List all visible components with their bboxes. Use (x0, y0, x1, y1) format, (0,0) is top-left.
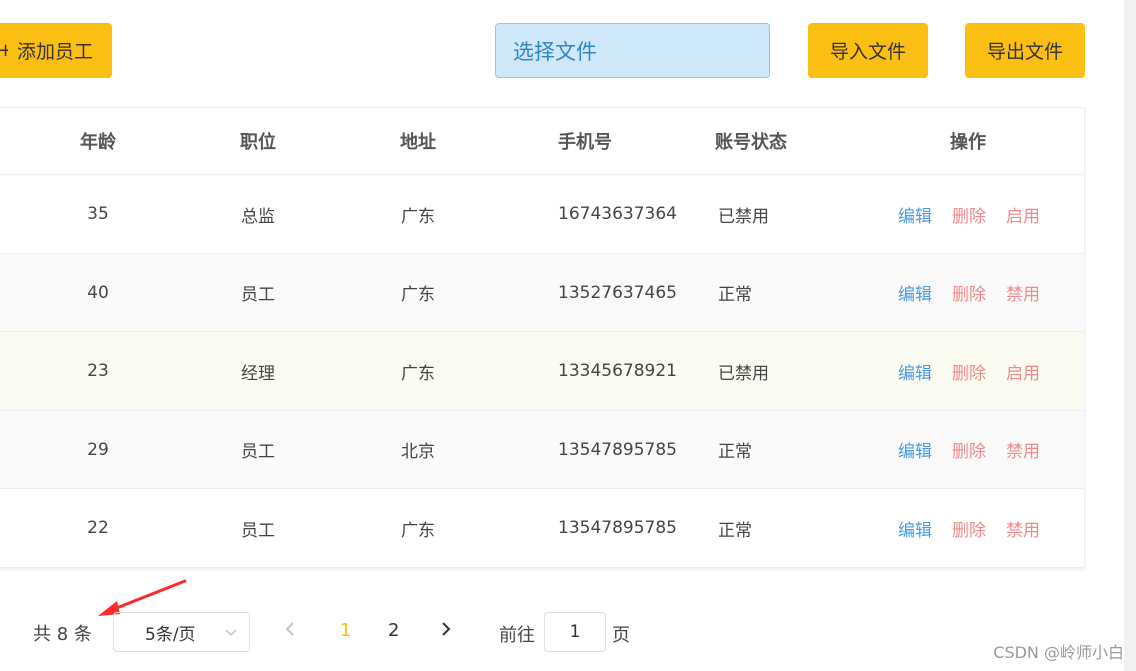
cell-age: 40 (87, 282, 109, 303)
cell-operations: 编辑 删除 禁用 (898, 489, 1078, 567)
cell-address: 广东 (401, 206, 435, 227)
header-age: 年龄 (80, 132, 116, 153)
toggle-status-link[interactable]: 禁用 (1006, 516, 1040, 541)
header-address: 地址 (400, 132, 436, 153)
plus-icon: + (0, 40, 8, 61)
cell-status: 正常 (718, 285, 752, 305)
cell-position: 经理 (241, 363, 275, 384)
cell-age: 35 (87, 204, 109, 224)
import-file-button[interactable]: 导入文件 (808, 23, 928, 78)
toggle-status-link[interactable]: 禁用 (1006, 280, 1040, 305)
table-header: 年龄 职位 地址 手机号 账号状态 操作 (0, 108, 1084, 175)
cell-address: 广东 (401, 520, 435, 541)
table-row: 40 员工 广东 13527637465 正常 编辑 删除 禁用 (0, 254, 1084, 332)
cell-operations: 编辑 删除 启用 (898, 175, 1078, 253)
edit-link[interactable]: 编辑 (898, 280, 932, 305)
toggle-status-link[interactable]: 禁用 (1006, 437, 1040, 462)
toggle-status-link[interactable]: 启用 (1006, 202, 1040, 227)
cell-position: 员工 (241, 520, 275, 541)
export-file-button[interactable]: 导出文件 (965, 23, 1085, 78)
edit-link[interactable]: 编辑 (898, 516, 932, 541)
cell-operations: 编辑 删除 禁用 (898, 411, 1078, 488)
cell-age: 22 (87, 518, 109, 538)
cell-phone: 13547895785 (558, 439, 677, 460)
cell-age: 29 (87, 439, 109, 460)
cell-operations: 编辑 删除 启用 (898, 332, 1078, 410)
cell-operations: 编辑 删除 禁用 (898, 254, 1078, 331)
goto-label: 前往 (499, 625, 535, 646)
header-status: 账号状态 (715, 132, 787, 153)
cell-status: 已禁用 (718, 363, 769, 384)
table-row: 29 员工 北京 13547895785 正常 编辑 删除 禁用 (0, 411, 1084, 489)
table-row: 23 经理 广东 13345678921 已禁用 编辑 删除 启用 (0, 332, 1084, 411)
cell-age: 23 (87, 361, 109, 381)
page-size-value: 5条/页 (145, 624, 196, 645)
scrollbar[interactable] (1124, 0, 1136, 671)
header-position: 职位 (240, 132, 276, 153)
goto-page-input[interactable] (544, 612, 606, 652)
watermark: CSDN @岭师小白 (993, 643, 1124, 662)
header-operations: 操作 (950, 132, 986, 153)
next-page-icon[interactable] (440, 620, 452, 643)
delete-link[interactable]: 删除 (952, 202, 986, 227)
chevron-down-icon (225, 629, 237, 637)
pagination: 共 8 条 5条/页 1 2 前往 页 (0, 612, 1136, 654)
cell-position: 总监 (241, 206, 275, 227)
cell-status: 正常 (718, 520, 752, 541)
cell-address: 广东 (401, 363, 435, 384)
edit-link[interactable]: 编辑 (898, 202, 932, 227)
prev-page-icon[interactable] (284, 620, 296, 643)
total-count: 共 8 条 (33, 624, 92, 645)
cell-status: 已禁用 (718, 206, 769, 227)
cell-address: 北京 (401, 442, 435, 462)
delete-link[interactable]: 删除 (952, 437, 986, 462)
edit-link[interactable]: 编辑 (898, 359, 932, 384)
add-employee-button[interactable]: + 添加员工 (0, 23, 112, 78)
page-size-select[interactable]: 5条/页 (113, 612, 250, 652)
table-row: 22 员工 广东 13547895785 正常 编辑 删除 禁用 (0, 489, 1084, 567)
export-file-label: 导出文件 (986, 41, 1063, 63)
page-2[interactable]: 2 (388, 620, 399, 641)
goto-suffix: 页 (612, 625, 630, 646)
header-phone: 手机号 (558, 132, 612, 153)
delete-link[interactable]: 删除 (952, 280, 986, 305)
cell-position: 员工 (241, 285, 275, 305)
delete-link[interactable]: 删除 (952, 359, 986, 384)
cell-address: 广东 (401, 285, 435, 305)
table-row: 35 总监 广东 16743637364 已禁用 编辑 删除 启用 (0, 175, 1084, 254)
delete-link[interactable]: 删除 (952, 516, 986, 541)
page-1[interactable]: 1 (340, 620, 351, 641)
edit-link[interactable]: 编辑 (898, 437, 932, 462)
import-file-label: 导入文件 (829, 41, 906, 63)
add-employee-label: 添加员工 (17, 41, 94, 63)
toggle-status-link[interactable]: 启用 (1006, 359, 1040, 384)
cell-phone: 16743637364 (558, 204, 677, 224)
choose-file-label: 选择文件 (513, 39, 597, 64)
cell-position: 员工 (241, 442, 275, 462)
choose-file-button[interactable]: 选择文件 (495, 23, 770, 78)
employee-table: 年龄 职位 地址 手机号 账号状态 操作 35 总监 广东 1674363736… (0, 107, 1085, 568)
cell-phone: 13345678921 (558, 361, 677, 381)
cell-phone: 13527637465 (558, 282, 677, 303)
cell-phone: 13547895785 (558, 518, 677, 538)
cell-status: 正常 (718, 442, 752, 462)
